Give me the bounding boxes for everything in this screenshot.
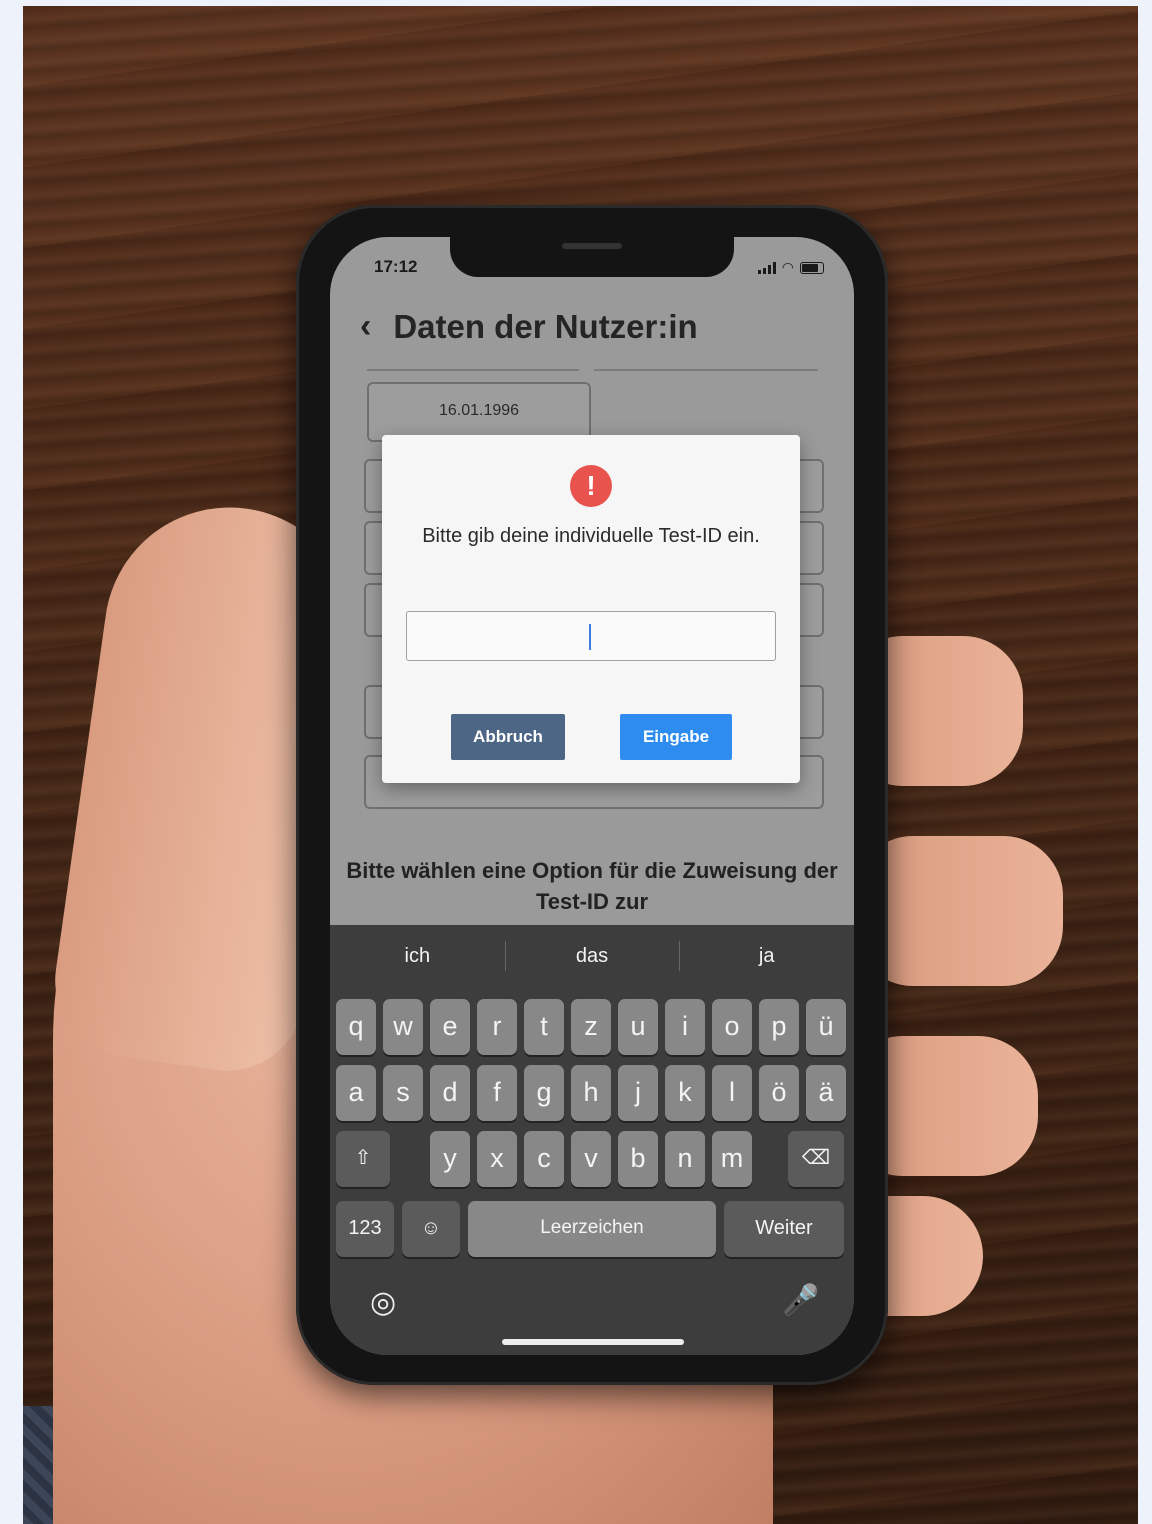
suggestion-item[interactable]: ich bbox=[330, 925, 505, 987]
key-y[interactable]: y bbox=[430, 1131, 470, 1187]
key-r[interactable]: r bbox=[477, 999, 517, 1055]
key-v[interactable]: v bbox=[571, 1131, 611, 1187]
key-ä[interactable]: ä bbox=[806, 1065, 846, 1121]
text-cursor bbox=[589, 624, 591, 650]
battery-icon bbox=[800, 261, 824, 274]
key-e[interactable]: e bbox=[430, 999, 470, 1055]
header-divider bbox=[594, 369, 818, 371]
numbers-key[interactable]: 123 bbox=[336, 1201, 394, 1257]
phone-frame: 17:12 ◠ ‹ Daten der Nutzer:in 16.01.1996… bbox=[296, 205, 888, 1385]
dialog-message: Bitte gib deine individuelle Test-ID ein… bbox=[422, 525, 760, 547]
status-icons: ◠ bbox=[757, 259, 824, 276]
key-ö[interactable]: ö bbox=[759, 1065, 799, 1121]
app-header: ‹ Daten der Nutzer:in bbox=[360, 307, 698, 346]
key-x[interactable]: x bbox=[477, 1131, 517, 1187]
key-c[interactable]: c bbox=[524, 1131, 564, 1187]
phone-screen: 17:12 ◠ ‹ Daten der Nutzer:in 16.01.1996… bbox=[330, 237, 854, 1355]
space-key[interactable]: Leerzeichen bbox=[468, 1201, 716, 1257]
signal-icon bbox=[757, 261, 776, 274]
key-f[interactable]: f bbox=[477, 1065, 517, 1121]
suggestion-bar: ich das ja bbox=[330, 925, 854, 987]
key-d[interactable]: d bbox=[430, 1065, 470, 1121]
key-j[interactable]: j bbox=[618, 1065, 658, 1121]
key-o[interactable]: o bbox=[712, 999, 752, 1055]
key-p[interactable]: p bbox=[759, 999, 799, 1055]
key-w[interactable]: w bbox=[383, 999, 423, 1055]
header-divider bbox=[367, 369, 579, 371]
key-b[interactable]: b bbox=[618, 1131, 658, 1187]
key-s[interactable]: s bbox=[383, 1065, 423, 1121]
key-l[interactable]: l bbox=[712, 1065, 752, 1121]
assignment-prompt: Bitte wählen eine Option für die Zuweisu… bbox=[346, 858, 838, 914]
page-title: Daten der Nutzer:in bbox=[393, 307, 698, 345]
birth-date-field[interactable]: 16.01.1996 bbox=[367, 382, 591, 442]
back-icon[interactable]: ‹ bbox=[360, 307, 371, 346]
status-time: 17:12 bbox=[374, 257, 418, 276]
key-m[interactable]: m bbox=[712, 1131, 752, 1187]
key-u[interactable]: u bbox=[618, 999, 658, 1055]
cancel-button[interactable]: Abbruch bbox=[451, 714, 565, 760]
key-t[interactable]: t bbox=[524, 999, 564, 1055]
key-g[interactable]: g bbox=[524, 1065, 564, 1121]
test-id-input[interactable] bbox=[406, 611, 776, 661]
key-k[interactable]: k bbox=[665, 1065, 705, 1121]
key-a[interactable]: a bbox=[336, 1065, 376, 1121]
return-key[interactable]: Weiter bbox=[724, 1201, 844, 1257]
suggestion-item[interactable]: ja bbox=[679, 925, 854, 987]
shift-icon[interactable]: ⇧ bbox=[336, 1131, 390, 1187]
speaker bbox=[562, 243, 622, 249]
key-ü[interactable]: ü bbox=[806, 999, 846, 1055]
key-n[interactable]: n bbox=[665, 1131, 705, 1187]
notch bbox=[450, 237, 734, 277]
test-id-dialog: ! Bitte gib deine individuelle Test-ID e… bbox=[382, 435, 800, 783]
keyboard: ich das ja qwertzuiopü asdfghjklöä yxcvbnm… bbox=[330, 925, 854, 1355]
confirm-button[interactable]: Eingabe bbox=[620, 714, 732, 760]
key-i[interactable]: i bbox=[665, 999, 705, 1055]
globe-icon[interactable]: ◎ bbox=[370, 1285, 396, 1320]
suggestion-item[interactable]: das bbox=[504, 925, 680, 987]
key-h[interactable]: h bbox=[571, 1065, 611, 1121]
home-indicator[interactable] bbox=[502, 1339, 684, 1345]
backspace-icon[interactable]: ⌫ bbox=[788, 1131, 844, 1187]
alert-icon: ! bbox=[570, 465, 612, 507]
key-q[interactable]: q bbox=[336, 999, 376, 1055]
emoji-icon[interactable]: ☺ bbox=[402, 1201, 460, 1257]
microphone-icon[interactable]: 🎤 bbox=[782, 1283, 819, 1318]
key-z[interactable]: z bbox=[571, 999, 611, 1055]
wifi-icon: ◠ bbox=[781, 259, 794, 275]
